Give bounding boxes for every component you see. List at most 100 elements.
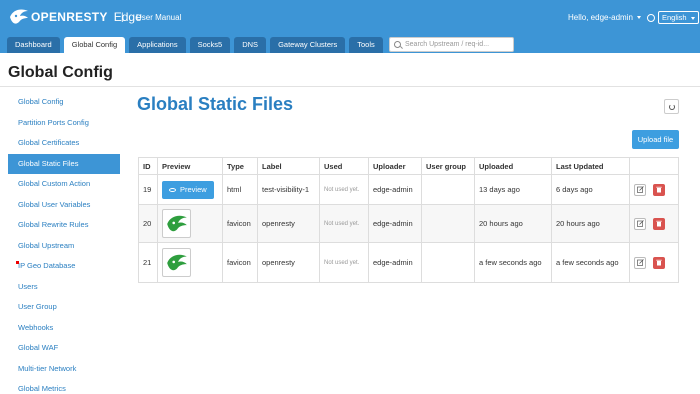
divider bbox=[0, 86, 700, 87]
openresty-favicon-icon bbox=[166, 215, 187, 231]
sidebar-item-global-metrics[interactable]: Global Metrics bbox=[8, 379, 120, 394]
sidebar-item-global-certificates[interactable]: Global Certificates bbox=[8, 133, 120, 154]
cell-label: test-visibility-1 bbox=[257, 174, 320, 205]
sidebar-item-multi-tier-network[interactable]: Multi-tier Network bbox=[8, 359, 120, 380]
edit-button[interactable] bbox=[634, 217, 646, 230]
column-header: Type bbox=[222, 157, 258, 175]
cell-last-updated: a few seconds ago bbox=[551, 242, 630, 283]
delete-button[interactable] bbox=[653, 256, 665, 269]
cell-label: openresty bbox=[257, 204, 320, 243]
page-title: Global Config bbox=[8, 64, 113, 81]
sidebar-item-global-user-variables[interactable]: Global User Variables bbox=[8, 195, 120, 216]
refresh-button[interactable] bbox=[664, 99, 679, 114]
sidebar-item-ip-geo-database[interactable]: IP Geo Database bbox=[8, 256, 120, 277]
preview-button[interactable]: Preview bbox=[162, 180, 214, 199]
sidebar-item-global-rewrite-rules[interactable]: Global Rewrite Rules bbox=[8, 215, 120, 236]
cell-id: 19 bbox=[138, 174, 158, 205]
tab-applications[interactable]: Applications bbox=[129, 37, 186, 53]
table-header-row: ID Preview Type Label Used Uploader User… bbox=[138, 157, 679, 175]
sidebar-item-webhooks[interactable]: Webhooks bbox=[8, 318, 120, 339]
cell-user-group bbox=[421, 242, 475, 283]
cell-actions bbox=[629, 204, 679, 243]
trash-icon bbox=[656, 220, 662, 227]
user-greeting: Hello, edge-admin bbox=[568, 13, 633, 22]
header-separator: | bbox=[121, 12, 124, 23]
preview-label: Preview bbox=[180, 185, 207, 194]
cell-user-group bbox=[421, 174, 475, 205]
cell-preview bbox=[157, 242, 223, 283]
user-menu[interactable]: Hello, edge-admin bbox=[568, 13, 641, 22]
cell-used: Not used yet. bbox=[319, 204, 369, 243]
tab-dashboard[interactable]: Dashboard bbox=[7, 37, 60, 53]
edit-button[interactable] bbox=[634, 256, 646, 269]
top-bar: OPENRESTY Edge | User Manual Hello, edge… bbox=[0, 0, 700, 53]
sidebar: Global Config Partition Ports Config Glo… bbox=[8, 92, 120, 394]
column-header: Label bbox=[257, 157, 320, 175]
notification-dot bbox=[16, 261, 19, 264]
sidebar-item-user-group[interactable]: User Group bbox=[8, 297, 120, 318]
column-header: User group bbox=[421, 157, 475, 175]
cell-id: 20 bbox=[138, 204, 158, 243]
favicon-thumbnail[interactable] bbox=[162, 248, 191, 277]
language-value: English bbox=[662, 13, 687, 22]
upload-file-button[interactable]: Upload file bbox=[632, 130, 679, 149]
sidebar-item-label: IP Geo Database bbox=[18, 261, 76, 270]
tab-gateway-clusters[interactable]: Gateway Clusters bbox=[270, 37, 346, 53]
cell-id: 21 bbox=[138, 242, 158, 283]
column-header: ID bbox=[138, 157, 158, 175]
edit-icon bbox=[636, 186, 644, 193]
cell-uploader: edge-admin bbox=[368, 242, 422, 283]
delete-button[interactable] bbox=[653, 217, 665, 230]
trash-icon bbox=[656, 259, 662, 266]
edit-icon bbox=[636, 220, 644, 227]
delete-button[interactable] bbox=[653, 183, 665, 196]
sidebar-item-global-custom-action[interactable]: Global Custom Action bbox=[8, 174, 120, 195]
cell-last-updated: 6 days ago bbox=[551, 174, 630, 205]
cell-preview: Preview bbox=[157, 174, 223, 205]
cell-used: Not used yet. bbox=[319, 174, 369, 205]
trash-icon bbox=[656, 186, 662, 193]
tab-socks5[interactable]: Socks5 bbox=[189, 37, 231, 53]
cell-type: html bbox=[222, 174, 258, 205]
chevron-down-icon bbox=[636, 16, 641, 20]
sidebar-item-global-config[interactable]: Global Config bbox=[8, 92, 120, 113]
search-icon bbox=[394, 41, 401, 48]
user-manual-link[interactable]: User Manual bbox=[136, 13, 181, 22]
column-header: Used bbox=[319, 157, 369, 175]
search-placeholder: Search Upstream / req-id... bbox=[405, 41, 490, 48]
cell-actions bbox=[629, 242, 679, 283]
cell-type: favicon bbox=[222, 242, 258, 283]
sidebar-item-global-waf[interactable]: Global WAF bbox=[8, 338, 120, 359]
cell-uploaded: 13 days ago bbox=[474, 174, 552, 205]
openresty-logo-icon bbox=[10, 9, 28, 24]
cell-type: favicon bbox=[222, 204, 258, 243]
brand-name: OPENRESTY bbox=[31, 10, 108, 24]
favicon-thumbnail[interactable] bbox=[162, 209, 191, 238]
cell-last-updated: 20 hours ago bbox=[551, 204, 630, 243]
language-select[interactable]: English bbox=[658, 11, 699, 24]
column-header: Uploader bbox=[368, 157, 422, 175]
cell-uploader: edge-admin bbox=[368, 204, 422, 243]
openresty-favicon-icon bbox=[166, 254, 187, 270]
section-title: Global Static Files bbox=[137, 94, 294, 114]
chevron-down-icon bbox=[690, 16, 695, 20]
table-row: 20 favicon openresty Not used yet. edge-… bbox=[138, 204, 679, 243]
globe-icon bbox=[647, 13, 655, 22]
cell-used: Not used yet. bbox=[319, 242, 369, 283]
sidebar-item-users[interactable]: Users bbox=[8, 277, 120, 298]
sidebar-item-global-upstream[interactable]: Global Upstream bbox=[8, 236, 120, 257]
refresh-icon bbox=[668, 103, 675, 110]
tab-tools[interactable]: Tools bbox=[349, 37, 383, 53]
sidebar-item-partition-ports-config[interactable]: Partition Ports Config bbox=[8, 113, 120, 134]
cell-uploader: edge-admin bbox=[368, 174, 422, 205]
tab-global-config[interactable]: Global Config bbox=[63, 37, 126, 53]
edit-button[interactable] bbox=[634, 183, 646, 196]
language-switcher[interactable]: English bbox=[647, 11, 699, 24]
search-input[interactable]: Search Upstream / req-id... bbox=[389, 37, 514, 52]
sidebar-item-global-static-files[interactable]: Global Static Files bbox=[8, 153, 120, 174]
tab-dns[interactable]: DNS bbox=[234, 37, 267, 53]
column-header: Uploaded bbox=[474, 157, 552, 175]
edit-icon bbox=[636, 259, 644, 266]
table-row: 21 favicon openresty Not used yet. edge-… bbox=[138, 242, 679, 283]
cell-uploaded: a few seconds ago bbox=[474, 242, 552, 283]
